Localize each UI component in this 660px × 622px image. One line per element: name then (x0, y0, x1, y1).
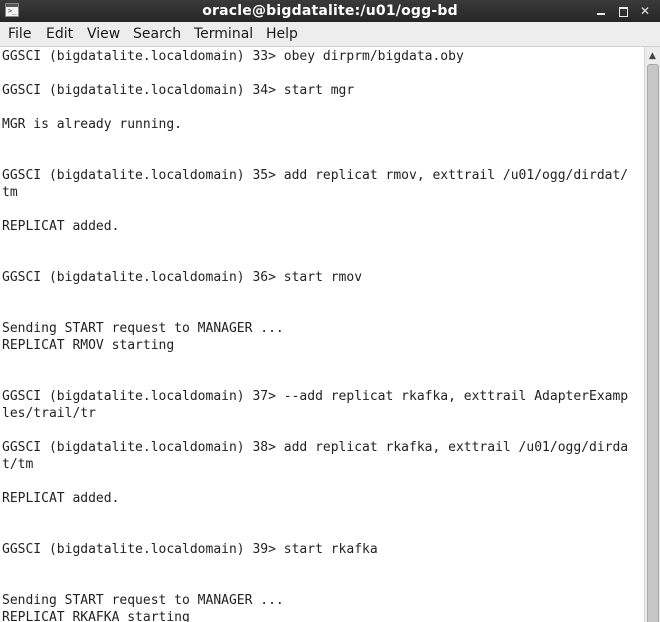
terminal-line: GGSCI (bigdatalite.localdomain) 37> --ad… (2, 389, 629, 404)
title-bar[interactable]: >_ oracle@bigdatalite:/u01/ogg-bd ✕ (0, 0, 660, 22)
terminal-line: tm (2, 185, 18, 200)
terminal-line: REPLICAT RMOV starting (2, 338, 175, 353)
terminal-line: Sending START request to MANAGER ... (2, 593, 284, 608)
scrollbar-thumb[interactable] (647, 64, 659, 622)
terminal-line: GGSCI (bigdatalite.localdomain) 36> star… (2, 270, 363, 285)
maximize-icon (618, 6, 628, 17)
menu-terminal[interactable]: Terminal (194, 22, 253, 47)
terminal-line: REPLICAT added. (2, 491, 120, 506)
menu-file[interactable]: File (8, 22, 31, 47)
menu-help[interactable]: Help (266, 22, 298, 47)
terminal-line: GGSCI (bigdatalite.localdomain) 39> star… (2, 542, 378, 557)
terminal-window: >_ oracle@bigdatalite:/u01/ogg-bd ✕ File… (0, 0, 660, 622)
close-button[interactable]: ✕ (637, 3, 653, 19)
terminal-line: MGR is already running. (2, 117, 183, 132)
terminal-line: GGSCI (bigdatalite.localdomain) 34> star… (2, 83, 355, 98)
close-icon: ✕ (639, 4, 651, 18)
terminal-line: GGSCI (bigdatalite.localdomain) 38> add … (2, 440, 629, 455)
terminal-line: t/tm (2, 457, 34, 472)
terminal-line: REPLICAT added. (2, 219, 120, 234)
minimize-button[interactable] (593, 3, 609, 19)
terminal-line: GGSCI (bigdatalite.localdomain) 33> obey… (2, 49, 464, 64)
terminal-line: GGSCI (bigdatalite.localdomain) 35> add … (2, 168, 629, 183)
terminal-line: Sending START request to MANAGER ... (2, 321, 284, 336)
scroll-up-arrow-icon[interactable]: ▲ (645, 49, 660, 63)
maximize-button[interactable] (615, 3, 631, 19)
window-title: oracle@bigdatalite:/u01/ogg-bd (202, 3, 458, 19)
menu-bar: File Edit View Search Terminal Help (0, 22, 660, 47)
menu-search[interactable]: Search (133, 22, 181, 47)
terminal-output[interactable]: GGSCI (bigdatalite.localdomain) 33> obey… (0, 47, 644, 622)
minimize-icon (597, 12, 605, 15)
terminal-line: les/trail/tr (2, 406, 96, 421)
terminal-line: REPLICAT RKAFKA starting (2, 610, 190, 622)
vertical-scrollbar[interactable]: ▲ (644, 47, 660, 622)
menu-view[interactable]: View (87, 22, 120, 47)
menu-edit[interactable]: Edit (46, 22, 73, 47)
